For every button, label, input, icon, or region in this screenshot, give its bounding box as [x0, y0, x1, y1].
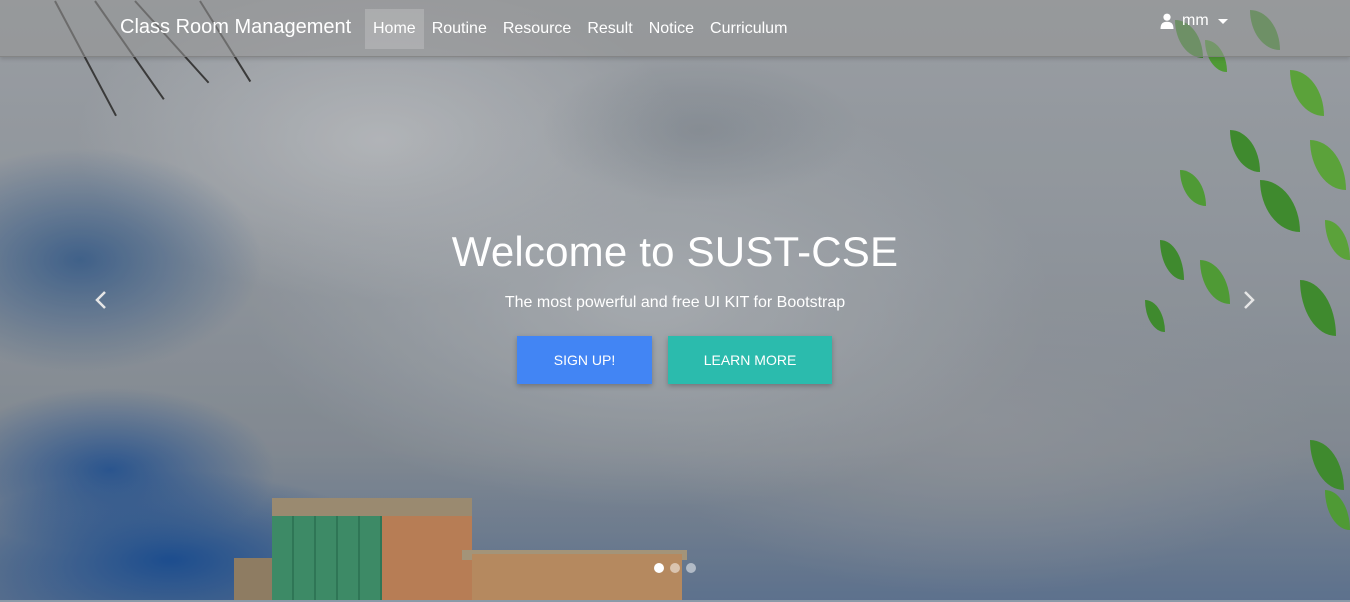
building-graphic [230, 498, 690, 600]
top-navbar: Class Room Management Home Routine Resou… [0, 0, 1350, 57]
chevron-left-icon [95, 291, 106, 309]
user-dropdown-toggle[interactable]: mm [1160, 10, 1228, 32]
nav-link-result[interactable]: Result [579, 9, 640, 49]
brand-link[interactable]: Class Room Management [120, 16, 351, 39]
user-name: mm [1182, 12, 1209, 29]
carousel-caption: Welcome to SUST-CSE The most powerful an… [0, 228, 1350, 312]
user-icon [1160, 13, 1174, 29]
carousel-next-control[interactable] [1238, 290, 1258, 310]
sign-up-button[interactable]: SIGN UP! [517, 336, 652, 384]
carousel-indicator-3[interactable] [686, 563, 696, 573]
carousel-indicator-2[interactable] [670, 563, 680, 573]
carousel-headline: Welcome to SUST-CSE [451, 228, 899, 275]
chevron-right-icon [1244, 291, 1255, 309]
nav-links: Home Routine Resource Result Notice Curr… [365, 9, 795, 49]
learn-more-button[interactable]: LEARN MORE [668, 336, 832, 384]
nav-link-routine[interactable]: Routine [424, 9, 495, 49]
nav-link-curriculum[interactable]: Curriculum [702, 9, 795, 49]
carousel-indicators [654, 563, 696, 573]
carousel-subhead: The most powerful and free UI KIT for Bo… [504, 294, 846, 311]
carousel-indicator-1[interactable] [654, 563, 664, 573]
caret-down-icon [1217, 18, 1228, 24]
carousel-prev-control[interactable] [92, 290, 112, 310]
nav-link-notice[interactable]: Notice [641, 9, 702, 49]
nav-link-home[interactable]: Home [365, 9, 424, 49]
nav-link-resource[interactable]: Resource [495, 9, 579, 49]
